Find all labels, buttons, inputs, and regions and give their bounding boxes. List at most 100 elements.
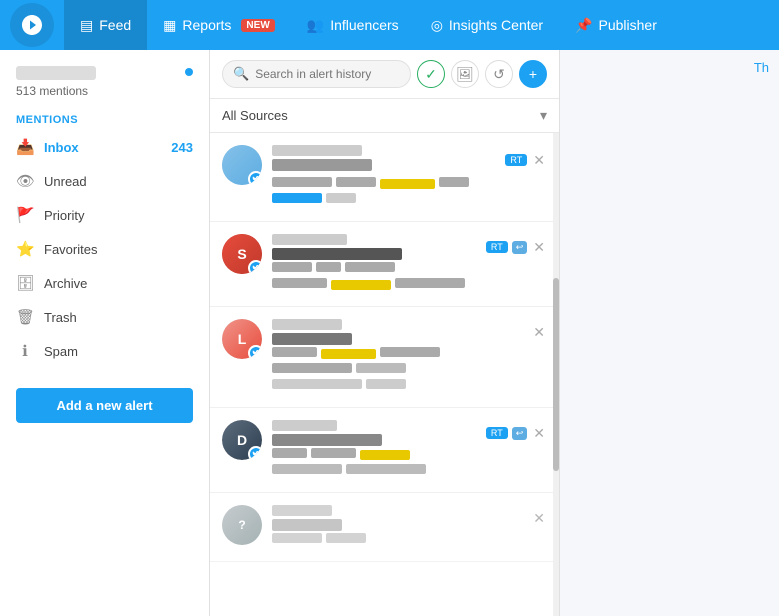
reports-icon: ▦ (163, 17, 176, 34)
nav-item-insights[interactable]: ◎ Insights Center (415, 0, 559, 50)
sidebar-item-unread[interactable]: 👁 Unread (0, 164, 209, 198)
feed-item[interactable]: D RT ↩ ✕ (210, 408, 559, 493)
logo[interactable] (10, 3, 54, 47)
archive-icon: 🗄 (16, 274, 34, 292)
feed-text-2 (272, 193, 547, 206)
more-icon[interactable]: ✕ (531, 508, 547, 529)
text-line (366, 379, 406, 389)
text-line (272, 363, 352, 373)
text-line (272, 347, 317, 357)
feed-text-2 (272, 464, 547, 477)
twitter-badge (248, 171, 262, 185)
nav-item-reports[interactable]: ▦ Reports NEW (147, 0, 291, 50)
priority-icon: 🚩 (16, 206, 34, 224)
feed-username (272, 319, 342, 330)
unread-icon: 👁 (16, 172, 34, 190)
filter-bar[interactable]: All Sources ▾ (210, 99, 559, 133)
nav-reports-label: Reports (182, 17, 231, 33)
text-line (316, 262, 341, 272)
highlight (380, 179, 435, 189)
sidebar-trash-label: Trash (44, 310, 77, 325)
feed-content: RT ↩ ✕ (272, 234, 547, 294)
feed-header: ✕ (272, 505, 547, 531)
nav-influencers-label: Influencers (330, 17, 398, 33)
avatar: D (222, 420, 262, 460)
scrollbar-thumb[interactable] (553, 278, 559, 471)
feed-item[interactable]: S RT ↩ ✕ (210, 222, 559, 307)
search-check-button[interactable]: ✓ (417, 60, 445, 88)
nav-item-feed[interactable]: ▤ Feed (64, 0, 147, 50)
sidebar-spam-label: Spam (44, 344, 78, 359)
sidebar-favorites-label: Favorites (44, 242, 97, 257)
feed-content: RT ↩ ✕ (272, 420, 547, 480)
sidebar-item-favorites[interactable]: ⭐ Favorites (0, 232, 209, 266)
right-panel: Th (560, 50, 779, 616)
text-line (272, 464, 342, 474)
feed-item[interactable]: ? ✕ (210, 493, 559, 562)
text-line (346, 464, 426, 474)
feed-name (272, 159, 372, 171)
feed-username (272, 420, 337, 431)
publisher-icon: 📌 (575, 17, 592, 34)
feed-text (272, 177, 547, 190)
favorites-icon: ⭐ (16, 240, 34, 258)
text-line (439, 177, 469, 187)
search-input-wrapper[interactable]: 🔍 (222, 60, 411, 88)
search-icon: 🔍 (233, 66, 249, 82)
sidebar-item-priority[interactable]: 🚩 Priority (0, 198, 209, 232)
avatar: S (222, 234, 262, 274)
link-text (272, 193, 322, 203)
search-image-button[interactable]: 🖼 (451, 60, 479, 88)
more-icon[interactable]: ✕ (531, 322, 547, 343)
search-refresh-button[interactable]: ↺ (485, 60, 513, 88)
sidebar: 513 mentions MENTIONS 📥 Inbox 243 👁 Unre… (0, 50, 210, 616)
nav-item-influencers[interactable]: 👥 Influencers (291, 0, 415, 50)
feed-text (272, 262, 547, 275)
nav-item-publisher[interactable]: 📌 Publisher (559, 0, 673, 50)
sidebar-item-trash[interactable]: 🗑 Trash (0, 300, 209, 334)
text-line (326, 533, 366, 543)
text-line (272, 262, 312, 272)
search-add-button[interactable]: + (519, 60, 547, 88)
feed-item[interactable]: L ✕ (210, 307, 559, 408)
spam-icon: ℹ (16, 342, 34, 360)
more-icon[interactable]: ✕ (531, 237, 547, 258)
feed-item[interactable]: RT ✕ (210, 133, 559, 222)
text-line (311, 448, 356, 458)
action-badge-2: ↩ (512, 427, 528, 440)
feed-username (272, 505, 332, 516)
filter-label: All Sources (222, 108, 288, 123)
sidebar-item-inbox[interactable]: 📥 Inbox 243 (0, 130, 209, 164)
main-feed-panel: 🔍 ✓ 🖼 ↺ + All Sources ▾ (210, 50, 560, 616)
feed-icon: ▤ (80, 17, 93, 34)
search-input[interactable] (255, 67, 400, 81)
influencers-icon: 👥 (307, 17, 324, 34)
feed-actions: ✕ (531, 508, 547, 529)
feed-name (272, 333, 352, 345)
sidebar-item-archive[interactable]: 🗄 Archive (0, 266, 209, 300)
action-badge-2: ↩ (512, 241, 528, 254)
feed-content: ✕ (272, 319, 547, 395)
more-icon[interactable]: ✕ (531, 150, 547, 171)
sidebar-item-spam[interactable]: ℹ Spam (0, 334, 209, 368)
highlight (321, 349, 376, 359)
sidebar-section-label: MENTIONS (0, 106, 209, 130)
text-line (272, 278, 327, 288)
feed-actions: RT ↩ ✕ (486, 237, 547, 258)
highlight (331, 280, 391, 290)
sidebar-priority-label: Priority (44, 208, 84, 223)
avatar (222, 145, 262, 185)
more-icon[interactable]: ✕ (531, 423, 547, 444)
feed-content: RT ✕ (272, 145, 547, 209)
sources-filter[interactable]: All Sources ▾ (222, 107, 547, 124)
feed-header: RT ↩ ✕ (272, 234, 547, 260)
add-new-alert-button[interactable]: Add a new alert (16, 388, 193, 423)
sidebar-unread-label: Unread (44, 174, 87, 189)
feed-name (272, 248, 402, 260)
feed-list: RT ✕ (210, 133, 559, 616)
feed-actions: RT ✕ (505, 150, 547, 171)
feed-actions: ✕ (531, 322, 547, 343)
insights-icon: ◎ (431, 17, 443, 34)
avatar: ? (222, 505, 262, 545)
reports-badge: NEW (241, 19, 274, 32)
